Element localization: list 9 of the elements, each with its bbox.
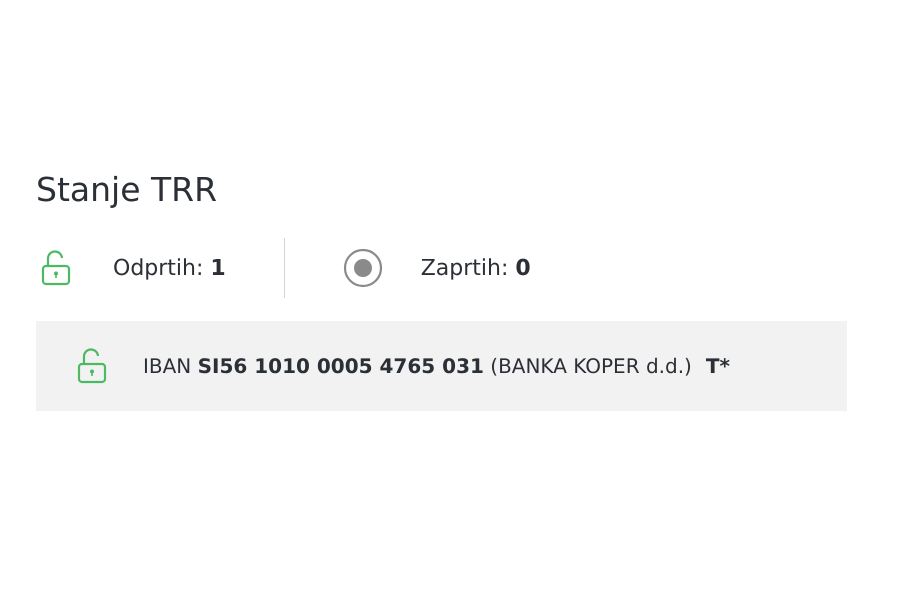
account-iban: IBAN SI56 1010 0005 4765 031 (BANKA KOPER d.d.)	[143, 353, 692, 380]
account-row[interactable]: IBAN SI56 1010 0005 4765 031 (BANKA KOPER d.d.) T*	[36, 321, 847, 411]
unlocked-padlock-icon	[40, 250, 72, 286]
page-title: Stanje TRR	[36, 169, 218, 211]
account-type: T*	[706, 353, 730, 380]
count-label: Zaprtih: 0	[420, 254, 531, 282]
count-label: Odprtih: 1	[113, 254, 226, 282]
unlocked-padlock-icon	[76, 348, 108, 384]
radio-icon	[342, 248, 383, 288]
